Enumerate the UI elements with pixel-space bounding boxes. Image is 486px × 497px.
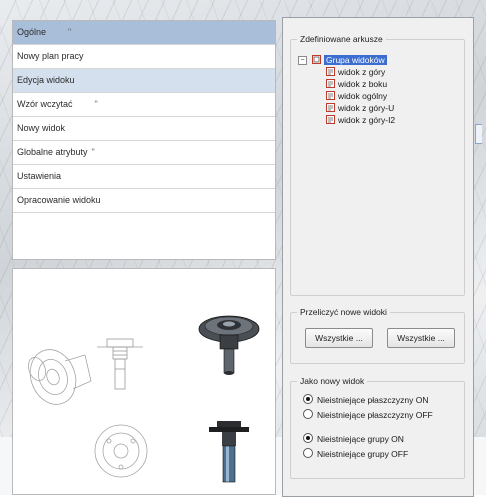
- menu-item-nowy-widok[interactable]: Nowy widok: [13, 117, 275, 141]
- recalc-views-group: Przeliczyć nowe widoki Wszystkie ... Wsz…: [290, 307, 465, 364]
- menu-item-wzor-wczytac[interactable]: Wzór wczytać ": [13, 93, 275, 117]
- menu-item-label: Ustawienia: [17, 171, 62, 181]
- radio-label: Nieistniejące grupy OFF: [317, 449, 409, 459]
- radio-unchecked-icon[interactable]: [303, 448, 313, 458]
- part-shaded-iso-top: [198, 315, 260, 375]
- part-isometric-wireframe: [28, 349, 92, 405]
- sheet-icon: [326, 115, 335, 124]
- tree-node[interactable]: widok z góry: [326, 66, 385, 78]
- radio-unchecked-icon[interactable]: [303, 409, 313, 419]
- radio-groups-off[interactable]: Nieistniejące grupy OFF: [303, 448, 408, 460]
- side-menu: Ogólne " Nowy plan pracy Edycja widoku Wz…: [12, 20, 276, 260]
- radio-label: Nieistniejące płaszczyzny OFF: [317, 410, 433, 420]
- menu-item-opracowanie-widoku[interactable]: Opracowanie widoku: [13, 189, 275, 213]
- radio-planes-on[interactable]: Nieistniejące płaszczyzny ON: [303, 394, 428, 406]
- menu-item-mark: ": [94, 99, 98, 109]
- menu-item-ogolne[interactable]: Ogólne ": [13, 21, 275, 45]
- menu-item-globalne-atrybuty[interactable]: Globalne atrybuty ": [13, 141, 275, 165]
- splitter-handle[interactable]: [475, 124, 482, 144]
- group-legend: Przeliczyć nowe widoki: [297, 307, 390, 317]
- group-legend: Jako nowy widok: [297, 376, 368, 386]
- menu-item-label: Edycja widoku: [17, 75, 75, 85]
- tree-node-label: widok z góry: [338, 67, 386, 77]
- sheet-group-icon: [312, 55, 321, 64]
- menu-item-nowy-plan-pracy[interactable]: Nowy plan pracy: [13, 45, 275, 69]
- view-settings-panel: Zdefiniowane arkusze − Grupa widoków wid…: [282, 17, 474, 497]
- cad-views-illustration: [28, 315, 260, 483]
- sheet-icon: [326, 103, 335, 112]
- tree-root-label: Grupa widoków: [324, 55, 387, 65]
- tree-node-label: widok z góry-I2: [338, 115, 396, 125]
- sheets-tree[interactable]: − Grupa widoków widok z góry widok z bok…: [290, 50, 463, 295]
- recalc-all-button-1[interactable]: Wszystkie ...: [305, 328, 373, 348]
- tree-node[interactable]: widok z boku: [326, 78, 387, 90]
- radio-groups-on[interactable]: Nieistniejące grupy ON: [303, 433, 404, 445]
- radio-label: Nieistniejące płaszczyzny ON: [317, 395, 429, 405]
- tree-root-node[interactable]: Grupa widoków: [312, 54, 387, 66]
- sheet-icon: [326, 91, 335, 100]
- as-new-view-group: Jako nowy widok Nieistniejące płaszczyzn…: [290, 376, 465, 479]
- radio-checked-icon[interactable]: [303, 433, 313, 443]
- defined-sheets-group: Zdefiniowane arkusze − Grupa widoków wid…: [290, 34, 465, 296]
- view-preview-panel: [12, 268, 276, 495]
- tree-node-label: widok z boku: [338, 79, 388, 89]
- menu-item-mark: ": [91, 147, 95, 157]
- collapse-icon[interactable]: −: [298, 56, 307, 65]
- menu-item-label: Globalne atrybuty: [17, 147, 88, 157]
- group-legend: Zdefiniowane arkusze: [297, 34, 386, 44]
- sheet-icon: [326, 67, 335, 76]
- menu-item-edycja-widoku[interactable]: Edycja widoku: [13, 69, 275, 93]
- part-shaded-side: [209, 421, 249, 483]
- menu-item-ustawienia[interactable]: Ustawienia: [13, 165, 275, 189]
- sheet-icon: [326, 79, 335, 88]
- menu-item-label: Wzór wczytać: [17, 99, 73, 109]
- menu-item-mark: ": [68, 27, 72, 37]
- part-side-view: [97, 338, 143, 390]
- radio-planes-off[interactable]: Nieistniejące płaszczyzny OFF: [303, 409, 433, 421]
- tree-node[interactable]: widok z góry-U: [326, 102, 394, 114]
- radio-checked-icon[interactable]: [303, 394, 313, 404]
- tree-node[interactable]: widok ogólny: [326, 90, 387, 102]
- tree-node-label: widok ogólny: [338, 91, 388, 101]
- radio-label: Nieistniejące grupy ON: [317, 434, 404, 444]
- menu-item-label: Nowy widok: [17, 123, 66, 133]
- menu-item-label: Nowy plan pracy: [17, 51, 84, 61]
- tree-node-label: widok z góry-U: [338, 103, 395, 113]
- menu-item-label: Ogólne: [17, 27, 47, 37]
- recalc-all-button-2[interactable]: Wszystkie ...: [387, 328, 455, 348]
- tree-node[interactable]: widok z góry-I2: [326, 114, 395, 126]
- part-top-view: [94, 424, 148, 478]
- menu-item-label: Opracowanie widoku: [17, 195, 101, 205]
